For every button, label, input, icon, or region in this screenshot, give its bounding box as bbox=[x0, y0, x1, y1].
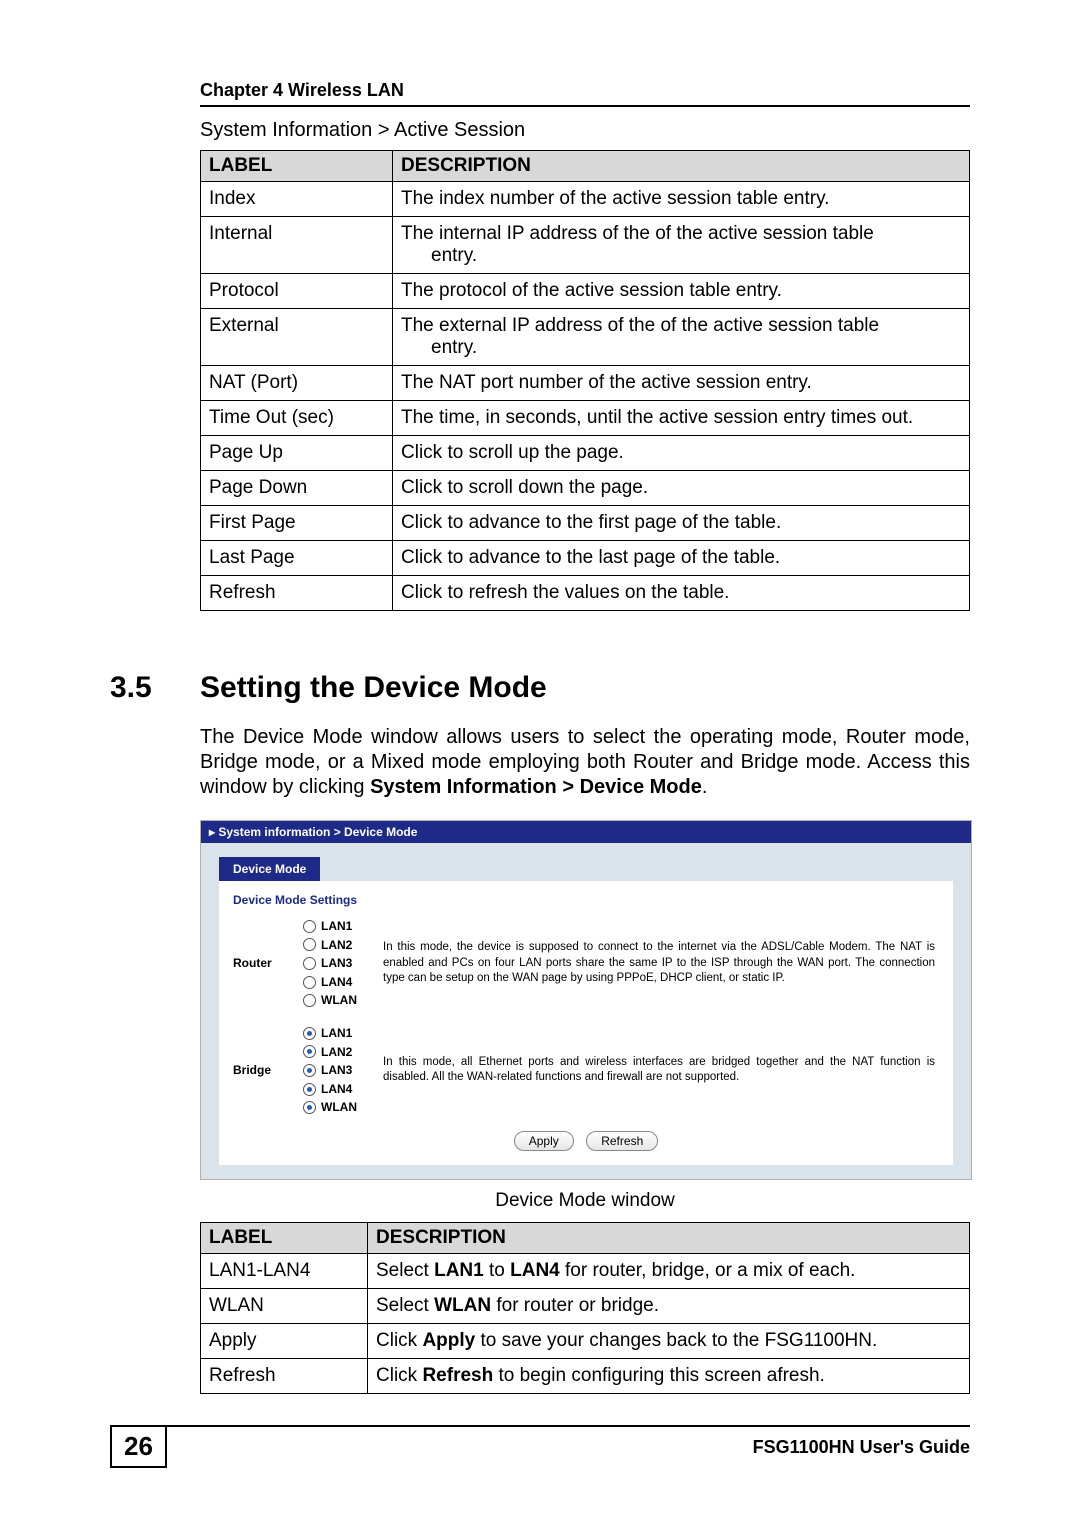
table-row: LAN1-LAN4 Select LAN1 to LAN4 for router… bbox=[201, 1253, 970, 1288]
apply-button[interactable]: Apply bbox=[514, 1131, 574, 1151]
router-mode-row: Router LAN1 LAN2 LAN3 LAN4 WLAN In this … bbox=[233, 917, 939, 1010]
radio-router-lan4[interactable] bbox=[303, 976, 316, 989]
radio-router-lan2[interactable] bbox=[303, 938, 316, 951]
section-heading: 3.5Setting the Device Mode bbox=[110, 671, 970, 705]
col-label: LABEL bbox=[201, 1222, 368, 1253]
col-description: DESCRIPTION bbox=[393, 151, 970, 182]
chevron-icon: ▸ bbox=[209, 825, 218, 839]
col-description: DESCRIPTION bbox=[368, 1222, 970, 1253]
ui-titlebar: ▸ System information > Device Mode bbox=[201, 821, 971, 843]
table-row: Apply Click Apply to save your changes b… bbox=[201, 1323, 970, 1358]
chapter-header: Chapter 4 Wireless LAN bbox=[200, 80, 970, 107]
active-session-table: LABEL DESCRIPTION IndexThe index number … bbox=[200, 150, 970, 611]
footer-guide-name: FSG1100HN User's Guide bbox=[753, 1437, 970, 1458]
device-mode-table: LABEL DESCRIPTION LAN1-LAN4 Select LAN1 … bbox=[200, 1222, 970, 1394]
table-row: ProtocolThe protocol of the active sessi… bbox=[201, 274, 970, 309]
table-row: Internal The internal IP address of the … bbox=[201, 217, 970, 274]
table-row: IndexThe index number of the active sess… bbox=[201, 182, 970, 217]
device-mode-screenshot: ▸ System information > Device Mode Devic… bbox=[200, 820, 972, 1180]
radio-bridge-lan2[interactable] bbox=[303, 1045, 316, 1058]
radio-router-lan3[interactable] bbox=[303, 957, 316, 970]
radio-bridge-wlan[interactable] bbox=[303, 1101, 316, 1114]
radio-bridge-lan4[interactable] bbox=[303, 1083, 316, 1096]
table-row: RefreshClick to refresh the values on th… bbox=[201, 576, 970, 611]
bridge-description: In this mode, all Ethernet ports and wir… bbox=[383, 1055, 939, 1086]
radio-bridge-lan1[interactable] bbox=[303, 1027, 316, 1040]
radio-router-wlan[interactable] bbox=[303, 994, 316, 1007]
page-number: 26 bbox=[110, 1425, 167, 1468]
table-row: Time Out (sec)The time, in seconds, unti… bbox=[201, 401, 970, 436]
radio-router-lan1[interactable] bbox=[303, 920, 316, 933]
tab-device-mode[interactable]: Device Mode bbox=[219, 857, 320, 881]
panel-subtitle: Device Mode Settings bbox=[233, 893, 939, 907]
page-footer: 26 FSG1100HN User's Guide bbox=[110, 1425, 970, 1468]
table-row: First PageClick to advance to the first … bbox=[201, 506, 970, 541]
breadcrumb: System Information > Active Session bbox=[200, 119, 970, 142]
table-row: Last PageClick to advance to the last pa… bbox=[201, 541, 970, 576]
table-row: Refresh Click Refresh to begin configuri… bbox=[201, 1358, 970, 1393]
refresh-button[interactable]: Refresh bbox=[586, 1131, 658, 1151]
bridge-mode-row: Bridge LAN1 LAN2 LAN3 LAN4 WLAN In this … bbox=[233, 1024, 939, 1117]
figure-caption: Device Mode window bbox=[200, 1190, 970, 1212]
table-row: NAT (Port)The NAT port number of the act… bbox=[201, 366, 970, 401]
table-row: External The external IP address of the … bbox=[201, 309, 970, 366]
bridge-label: Bridge bbox=[233, 1063, 303, 1077]
radio-bridge-lan3[interactable] bbox=[303, 1064, 316, 1077]
table-row: Page UpClick to scroll up the page. bbox=[201, 436, 970, 471]
section-intro: The Device Mode window allows users to s… bbox=[200, 725, 970, 800]
table-row: Page DownClick to scroll down the page. bbox=[201, 471, 970, 506]
table-row: WLAN Select WLAN for router or bridge. bbox=[201, 1288, 970, 1323]
router-label: Router bbox=[233, 956, 303, 970]
router-description: In this mode, the device is supposed to … bbox=[383, 940, 939, 987]
col-label: LABEL bbox=[201, 151, 393, 182]
